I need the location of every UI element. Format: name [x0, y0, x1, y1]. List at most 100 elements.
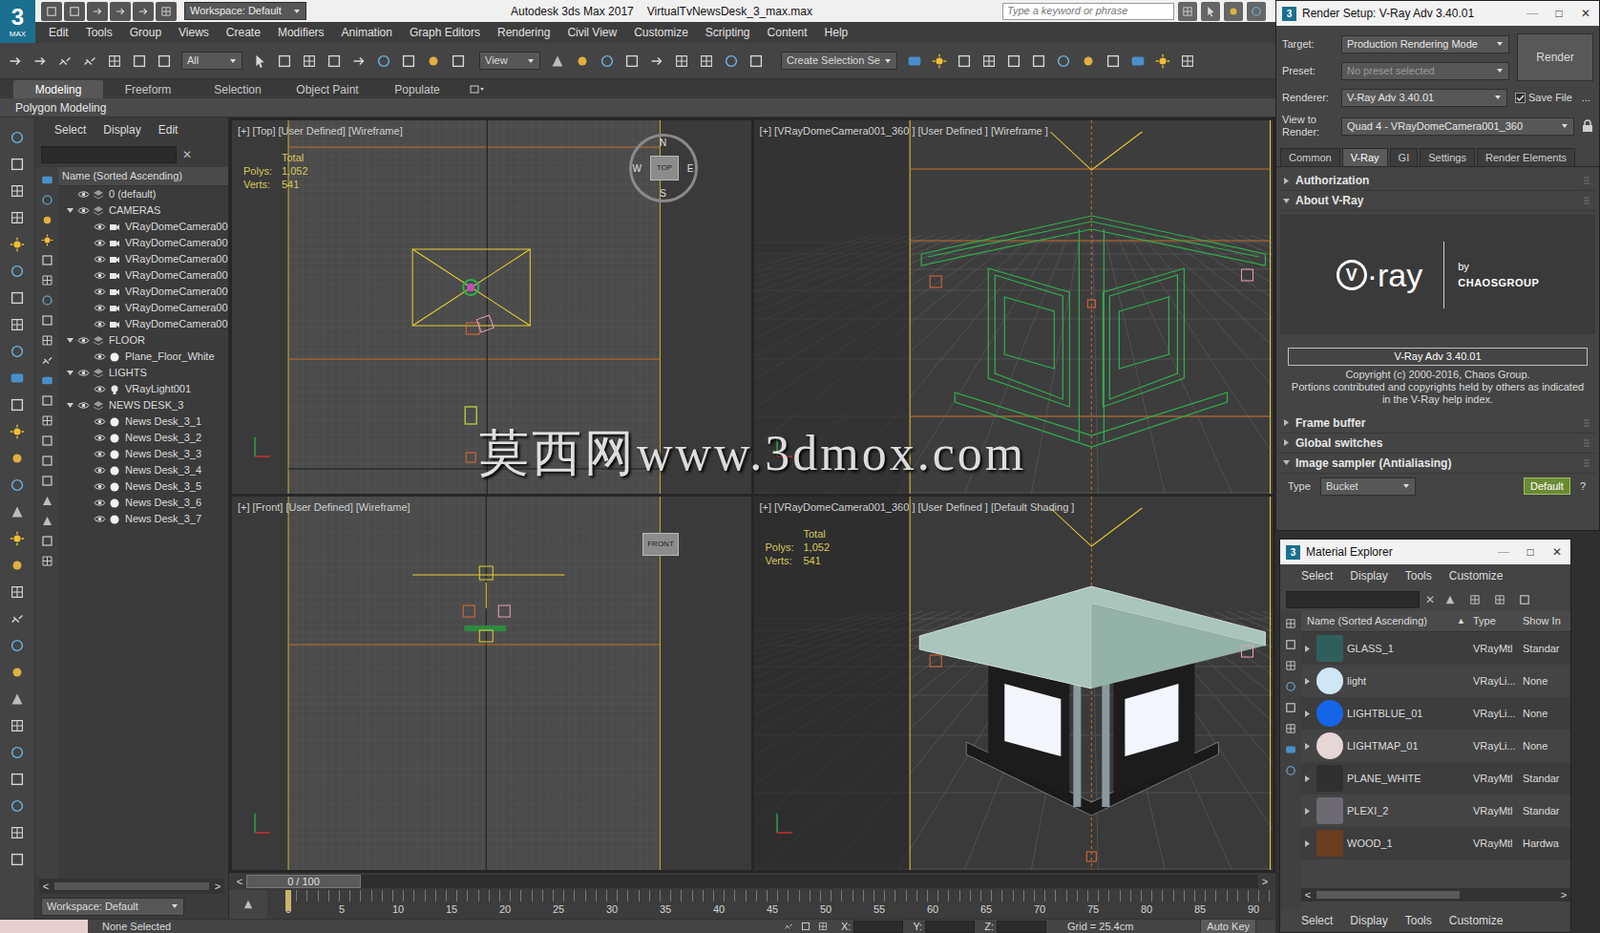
- curve-editor-icon[interactable]: [229, 889, 268, 919]
- toolbar-dot-icon[interactable]: [1076, 48, 1100, 74]
- collapse-icon[interactable]: [63, 368, 76, 378]
- lock-icon[interactable]: [1581, 119, 1594, 133]
- command-box-icon[interactable]: [2, 285, 32, 311]
- menu-item[interactable]: Views: [178, 23, 210, 42]
- filter-box-icon[interactable]: [37, 531, 57, 549]
- toolbar-sun-icon[interactable]: [1151, 48, 1175, 74]
- x-coordinate-field[interactable]: [853, 920, 904, 933]
- sign-in-icon[interactable]: [1200, 1, 1221, 22]
- track-bar-scale[interactable]: 051015202530354045505560657075808590: [267, 889, 1276, 919]
- filter-grid-icon[interactable]: [37, 331, 57, 349]
- rollout-grip-icon[interactable]: [1583, 439, 1590, 447]
- rollout-grip-icon[interactable]: [1583, 196, 1590, 205]
- scroll-right-button[interactable]: >: [210, 878, 225, 895]
- filter-box-icon[interactable]: [37, 471, 57, 489]
- menu-item[interactable]: Tools: [85, 23, 113, 42]
- tree-row[interactable]: NEWS DESK_3: [58, 397, 229, 414]
- visibility-eye-icon[interactable]: [93, 514, 109, 524]
- tree-row[interactable]: News Desk_3_4: [58, 462, 229, 479]
- rollout-header[interactable]: Frame buffer: [1280, 413, 1596, 434]
- menu-item[interactable]: Select: [1301, 911, 1333, 929]
- rollout-header[interactable]: About V-Ray: [1280, 190, 1596, 211]
- visibility-eye-icon[interactable]: [93, 222, 109, 232]
- time-slider-track[interactable]: 0 / 100: [246, 874, 1259, 888]
- tree-row[interactable]: News Desk_3_5: [58, 478, 229, 495]
- expand-icon[interactable]: [1301, 839, 1313, 848]
- filter-grid-icon[interactable]: [37, 411, 57, 429]
- toolbar-dot-icon[interactable]: [570, 48, 594, 74]
- explorer-menu-item[interactable]: Edit: [158, 121, 179, 139]
- visibility-eye-icon[interactable]: [77, 206, 93, 215]
- toolbar-box-icon[interactable]: [152, 48, 176, 74]
- toolbar-box-icon[interactable]: [744, 48, 768, 74]
- render-setup-tab[interactable]: Settings: [1419, 147, 1475, 167]
- material-grid-icon[interactable]: [1465, 590, 1485, 609]
- visibility-eye-icon[interactable]: [93, 433, 109, 443]
- material-filter-blue-icon[interactable]: [1281, 740, 1301, 758]
- material-tri-icon[interactable]: [1440, 590, 1460, 609]
- tree-row[interactable]: VRayDomeCamera00: [58, 315, 229, 333]
- tree-row[interactable]: 0 (default): [58, 186, 229, 203]
- ribbon-tab[interactable]: Populate: [372, 80, 463, 99]
- menu-item[interactable]: Customize: [1449, 911, 1504, 929]
- rollout-header[interactable]: Global switches: [1280, 433, 1596, 454]
- visibility-eye-icon[interactable]: [93, 303, 109, 313]
- collapse-icon[interactable]: [1280, 458, 1292, 467]
- material-swatch[interactable]: [1316, 829, 1344, 857]
- material-swatch[interactable]: [1316, 797, 1344, 824]
- ribbon-tab[interactable]: Selection: [192, 80, 283, 99]
- filter-tri-icon[interactable]: [37, 511, 57, 529]
- toolbar-arrow-icon[interactable]: [347, 48, 371, 74]
- ribbon-tab[interactable]: Object Paint: [282, 80, 373, 99]
- material-swatch[interactable]: [1316, 667, 1344, 695]
- command-blue-icon[interactable]: [2, 365, 32, 391]
- minimize-button[interactable]: —: [1518, 4, 1546, 22]
- visibility-eye-icon[interactable]: [77, 336, 93, 345]
- filter-box-icon[interactable]: [37, 431, 57, 449]
- visibility-eye-icon[interactable]: [77, 368, 93, 378]
- scroll-thumb[interactable]: [54, 882, 210, 890]
- rollout-grip-icon[interactable]: [1583, 176, 1590, 185]
- material-filter-grid-icon[interactable]: [1281, 719, 1301, 737]
- field-dropdown[interactable]: V-Ray Adv 3.40.01: [1341, 88, 1508, 107]
- time-slider[interactable]: <0 / 100>: [229, 872, 1276, 890]
- viewport[interactable]: [+] [Front] [User Defined] [Wireframe]FR…: [231, 496, 752, 870]
- menu-item[interactable]: Content: [767, 23, 808, 42]
- save-icon[interactable]: [86, 1, 108, 22]
- tree-row[interactable]: News Desk_3_3: [58, 445, 229, 463]
- command-dot-icon[interactable]: [2, 445, 32, 471]
- command-sun-icon[interactable]: [2, 526, 32, 551]
- viewport-canvas[interactable]: [754, 496, 1274, 870]
- selection-set-dropdown[interactable]: Create Selection Se: [780, 51, 898, 70]
- tree-row[interactable]: News Desk_3_7: [58, 510, 229, 527]
- name-column-header[interactable]: Name (Sorted Ascending)▲: [1301, 612, 1470, 630]
- field-dropdown[interactable]: Production Rendering Mode: [1341, 35, 1510, 54]
- sampler-type-dropdown[interactable]: Bucket: [1320, 477, 1416, 496]
- selection-filter-dropdown[interactable]: All: [181, 51, 243, 70]
- scroll-thumb[interactable]: [1316, 890, 1460, 899]
- app-logo[interactable]: 3MAX: [0, 0, 36, 43]
- toolbar-link-icon[interactable]: [53, 48, 77, 74]
- tree-header[interactable]: Name (Sorted Ascending): [58, 167, 229, 187]
- toolbar-circle-icon[interactable]: [595, 48, 619, 74]
- expand-icon[interactable]: [1280, 176, 1292, 186]
- maxscript-listener[interactable]: [0, 919, 88, 933]
- expand-icon[interactable]: [1280, 438, 1292, 447]
- tree-row[interactable]: VRayDomeCamera00: [58, 234, 229, 252]
- previous-frame-button[interactable]: <: [232, 873, 247, 890]
- menu-item[interactable]: Create: [226, 23, 261, 42]
- next-frame-button[interactable]: >: [1258, 873, 1272, 890]
- visibility-eye-icon[interactable]: [93, 465, 109, 475]
- menu-item[interactable]: Modifiers: [277, 23, 325, 42]
- toolbar-blue-icon[interactable]: [1126, 48, 1150, 74]
- material-row[interactable]: LIGHTBLUE_01VRayLi...None: [1301, 696, 1571, 730]
- toolbar-box-icon[interactable]: [1101, 48, 1125, 74]
- material-filter-box-icon[interactable]: [1281, 698, 1301, 716]
- explorer-menu-item[interactable]: Display: [103, 121, 141, 139]
- ribbon-tab[interactable]: Modeling: [13, 80, 104, 99]
- more-button[interactable]: ...: [1581, 89, 1591, 106]
- command-circle-icon[interactable]: [2, 739, 32, 765]
- rollout-header[interactable]: Authorization: [1280, 170, 1596, 191]
- visibility-eye-icon[interactable]: [93, 287, 109, 296]
- menu-item[interactable]: Tools: [1405, 911, 1432, 929]
